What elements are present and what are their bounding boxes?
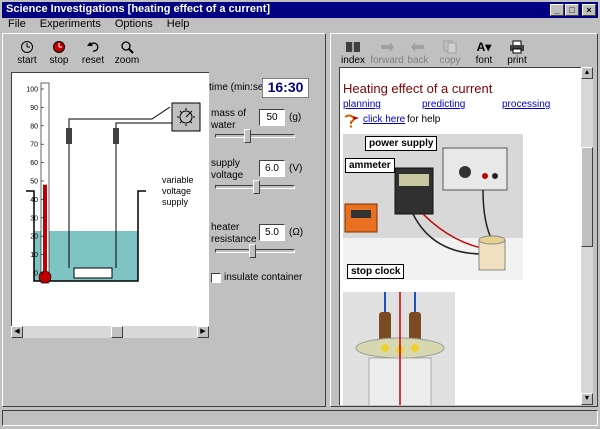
voltage-input[interactable]: 6.0 <box>259 160 285 177</box>
simulation-pane: start stop reset zoom 100 90 80 70 60 50 40 30 2… <box>2 33 326 407</box>
zoom-label: zoom <box>114 55 140 66</box>
status-bar <box>2 410 598 426</box>
window-title: Science Investigations [heating effect o… <box>6 3 271 15</box>
help-scroll-thumb[interactable] <box>581 147 593 247</box>
zoom-icon <box>121 41 134 54</box>
voltage-label: supply voltage <box>211 158 244 181</box>
reset-label: reset <box>81 55 105 66</box>
supply-label: variable voltage supply <box>162 175 194 207</box>
thermometer-bulb <box>38 270 52 284</box>
reset-icon <box>87 42 99 52</box>
close-button[interactable]: × <box>582 4 596 16</box>
help-icon <box>343 114 359 128</box>
back-label: back <box>407 55 429 66</box>
menu-experiments[interactable]: Experiments <box>40 18 101 30</box>
start-button[interactable]: start <box>11 39 43 66</box>
for-help-text: for help <box>407 114 441 125</box>
link-predicting[interactable]: predicting <box>422 99 465 110</box>
scale-label: 100 <box>26 87 38 94</box>
scale-label: 90 <box>30 105 38 112</box>
stop-label: stop <box>49 55 69 66</box>
font-button[interactable]: A▾ font <box>469 39 499 66</box>
scale-label: 30 <box>30 215 38 222</box>
scale-label: 40 <box>30 197 38 204</box>
scroll-up-button[interactable]: ▲ <box>581 67 593 79</box>
reset-button[interactable]: reset <box>77 39 109 66</box>
resistance-input[interactable]: 5.0 <box>259 224 285 241</box>
mass-slider[interactable] <box>215 134 295 138</box>
scale-label: 20 <box>30 234 38 241</box>
canvas-scroll-thumb[interactable] <box>111 326 123 338</box>
mass-input[interactable]: 50 <box>259 109 285 126</box>
link-processing[interactable]: processing <box>502 99 550 110</box>
clip-right <box>113 128 119 144</box>
scale-label: 60 <box>30 160 38 167</box>
thermometer-mercury <box>43 184 47 277</box>
font-label: font <box>475 55 493 66</box>
heater-photo <box>343 292 455 405</box>
maximize-button[interactable]: □ <box>565 4 579 16</box>
menu-file[interactable]: File <box>8 18 26 30</box>
print-button[interactable]: print <box>501 39 533 66</box>
scroll-right-button[interactable]: ▶ <box>197 326 209 338</box>
copy-label: copy <box>439 55 461 66</box>
minimize-button[interactable]: _ <box>550 4 564 16</box>
forward-label: forward <box>370 55 404 66</box>
index-icon <box>346 42 360 52</box>
stop-icon <box>53 41 65 53</box>
forward-icon <box>381 42 394 52</box>
apparatus-photo: power supply ammeter stop clock <box>343 134 523 280</box>
print-label: print <box>507 55 527 66</box>
stop-clock-label: stop clock <box>347 264 405 279</box>
mass-slider-thumb[interactable] <box>244 129 251 143</box>
clip-left <box>66 128 72 144</box>
scale-label: 50 <box>30 179 38 186</box>
resistance-unit: (Ω) <box>289 227 304 238</box>
scale-label: 0 <box>34 271 38 278</box>
help-content: Heating effect of a current planning pre… <box>339 67 589 405</box>
scale-label: 80 <box>30 123 38 130</box>
title-bar: Science Investigations [heating effect o… <box>2 2 598 18</box>
index-button[interactable]: index <box>335 39 371 66</box>
start-icon <box>21 41 33 53</box>
help-pane: index forward back copy A▾ font print He… <box>330 33 598 407</box>
back-icon <box>411 42 424 52</box>
font-icon: A▾ <box>476 40 492 54</box>
back-button[interactable]: back <box>403 39 433 66</box>
help-link[interactable]: click here <box>363 114 405 125</box>
menu-bar: File Experiments Options Help <box>2 18 598 32</box>
scroll-left-button[interactable]: ◀ <box>11 326 23 338</box>
insulate-checkbox[interactable] <box>211 273 221 283</box>
canvas-hscrollbar[interactable]: ◀ ▶ <box>11 326 209 338</box>
voltage-unit: (V) <box>289 163 303 174</box>
insulate-label: insulate container <box>224 272 303 283</box>
scale-label: 10 <box>30 252 38 259</box>
forward-button[interactable]: forward <box>369 39 405 66</box>
mass-unit: (g) <box>289 112 302 123</box>
wire-right <box>115 122 172 128</box>
time-display: 16:30 <box>262 78 309 98</box>
stop-button[interactable]: stop <box>43 39 75 66</box>
ammeter-label: ammeter <box>345 158 395 173</box>
heater-element <box>73 267 113 279</box>
copy-button[interactable]: copy <box>435 39 465 66</box>
zoom-button[interactable]: zoom <box>111 39 143 66</box>
resistance-slider-thumb[interactable] <box>249 244 256 258</box>
print-icon <box>510 40 524 54</box>
scroll-down-button[interactable]: ▼ <box>581 393 593 405</box>
index-label: index <box>341 55 365 66</box>
voltage-slider-thumb[interactable] <box>253 180 260 194</box>
help-vscrollbar[interactable]: ▲ ▼ <box>581 67 593 405</box>
link-planning[interactable]: planning <box>343 99 381 110</box>
wire-left <box>68 106 171 128</box>
apparatus-canvas: 100 90 80 70 60 50 40 30 20 10 0 variable voltage … <box>11 72 209 326</box>
resistance-label: heater resistance <box>211 222 257 245</box>
scale-label: 70 <box>30 142 38 149</box>
menu-options[interactable]: Options <box>115 18 153 30</box>
power-supply-label: power supply <box>365 136 438 151</box>
start-label: start <box>17 55 37 66</box>
help-heading: Heating effect of a current <box>343 81 493 96</box>
menu-help[interactable]: Help <box>167 18 190 30</box>
copy-icon <box>443 40 457 54</box>
